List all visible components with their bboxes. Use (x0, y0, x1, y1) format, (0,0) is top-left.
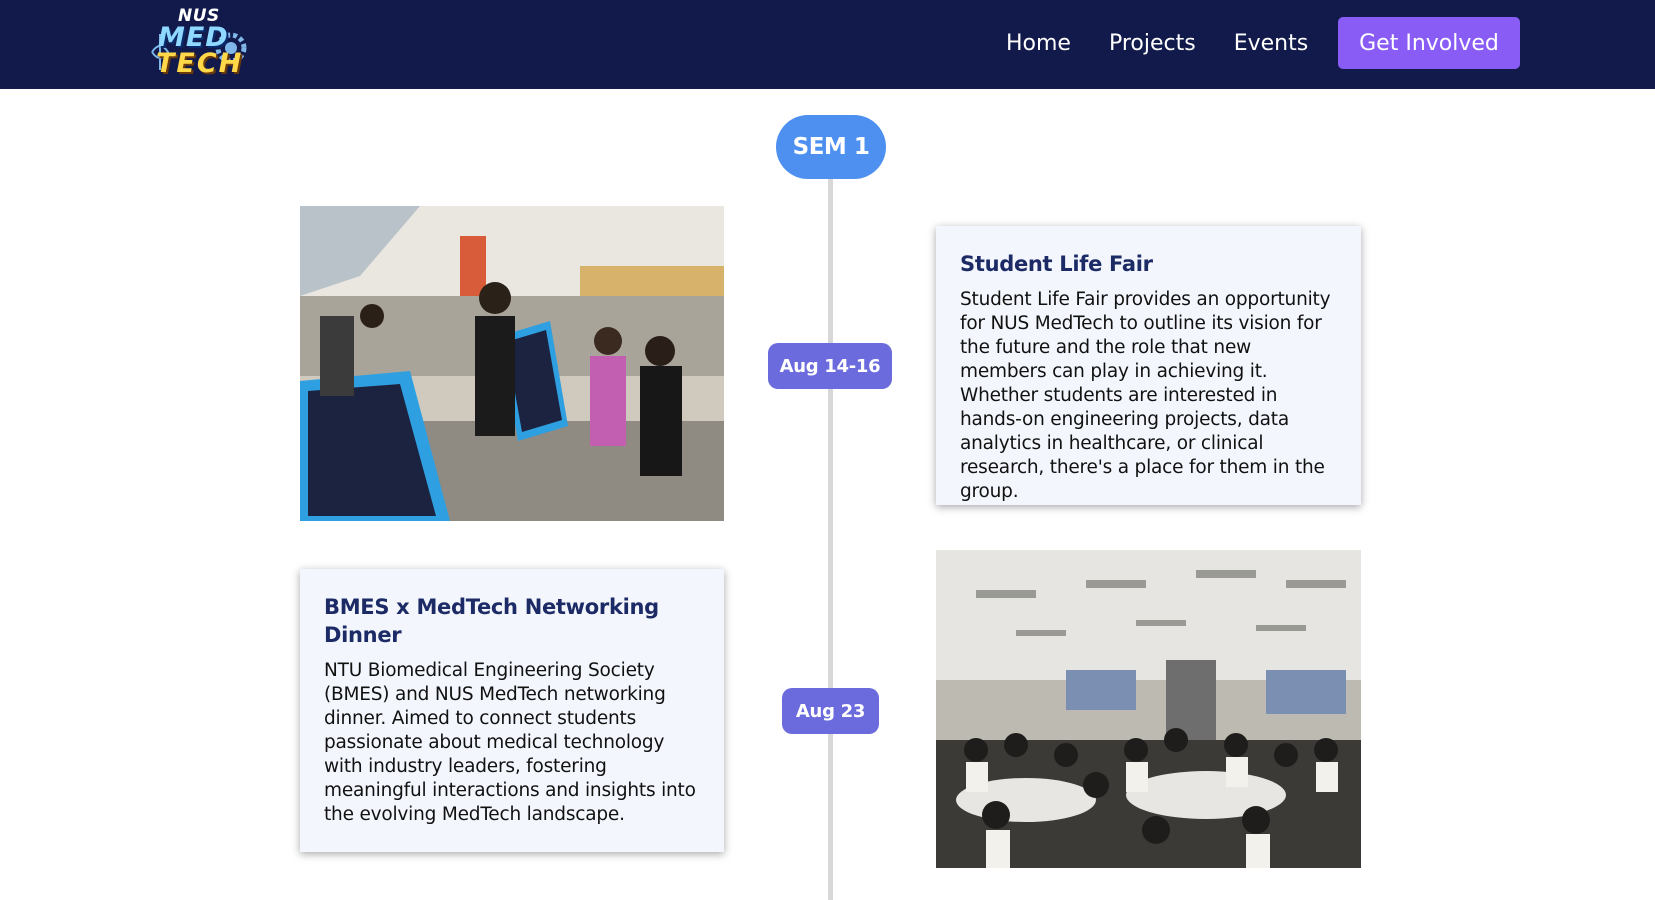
nus-medtech-logo[interactable]: NUS MED TECH (138, 4, 250, 80)
timeline-line (828, 160, 833, 900)
nav-events-link[interactable]: Events (1234, 31, 1309, 56)
event-description: NTU Biomedical Engineering Society (BMES… (324, 660, 696, 825)
nav-projects-link[interactable]: Projects (1109, 31, 1196, 56)
semester-badge: SEM 1 (776, 115, 886, 179)
event-title: BMES x MedTech Networking Dinner (324, 595, 659, 647)
event-card: Student Life Fair Student Life Fair prov… (936, 226, 1361, 505)
get-involved-button[interactable]: Get Involved (1338, 17, 1520, 69)
event-description: Student Life Fair provides an opportunit… (960, 289, 1331, 502)
logo-tech-text: TECH (156, 48, 244, 79)
event-date-badge: Aug 14-16 (768, 343, 892, 389)
main-nav: Home Projects Events (1006, 17, 1346, 69)
navbar: NUS MED TECH Home Projects Events Get In… (0, 0, 1655, 89)
student-life-fair-photo (300, 206, 724, 521)
nav-home-link[interactable]: Home (1006, 31, 1071, 56)
event-title: Student Life Fair (960, 252, 1153, 276)
event-date-badge: Aug 23 (782, 688, 879, 734)
event-card: BMES x MedTech Networking Dinner NTU Bio… (300, 569, 724, 852)
networking-dinner-photo (936, 550, 1361, 868)
